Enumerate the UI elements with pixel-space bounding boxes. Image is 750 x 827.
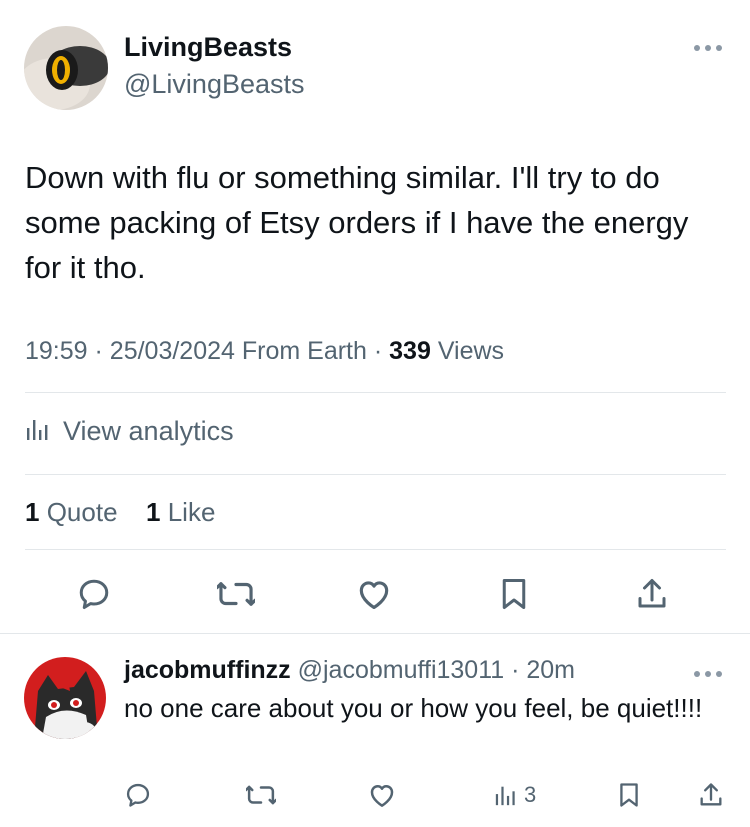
share-icon <box>700 783 722 806</box>
reply-avatar[interactable] <box>24 657 106 739</box>
retweet-icon <box>246 785 276 805</box>
reply-header: jacobmuffinzz @jacobmuffi13011 · 20m <box>124 656 575 685</box>
author-name[interactable]: LivingBeasts <box>124 32 292 63</box>
share-button[interactable] <box>630 572 674 616</box>
analytics-label: View analytics <box>63 415 234 446</box>
more-icon[interactable] <box>690 36 726 60</box>
tweet-source: From Earth <box>241 337 367 365</box>
retweet-button[interactable] <box>214 572 258 616</box>
reply-button[interactable] <box>72 572 116 616</box>
reply-share-button[interactable] <box>697 780 725 810</box>
view-count: 339 <box>389 337 431 365</box>
divider <box>25 392 726 393</box>
reply-retweet-button[interactable] <box>246 780 276 810</box>
likes-link[interactable]: 1 Like <box>146 497 215 527</box>
like-count: 1 <box>146 497 161 527</box>
engagement-counts: 1 Quote 1 Like <box>25 497 215 528</box>
reply-author-name[interactable]: jacobmuffinzz <box>124 656 291 684</box>
reply-view-count: 3 <box>524 782 537 807</box>
quote-label: Quote <box>46 497 118 527</box>
like-icon <box>359 581 389 610</box>
author-handle[interactable]: @LivingBeasts <box>124 69 305 100</box>
reply-more-icon[interactable] <box>690 662 726 686</box>
divider <box>0 633 750 634</box>
like-button[interactable] <box>352 572 396 616</box>
like-label: Like <box>167 497 216 527</box>
divider <box>25 474 726 475</box>
reply-reply-button[interactable] <box>124 780 152 810</box>
bookmark-button[interactable] <box>492 572 536 616</box>
quote-count: 1 <box>25 497 40 527</box>
tweet-meta: 19:59 · 25/03/2024 From Earth · 339 View… <box>25 337 504 366</box>
view-analytics-link[interactable]: View analytics <box>25 412 234 450</box>
reply-time[interactable]: 20m <box>526 656 575 684</box>
author-avatar[interactable] <box>24 26 108 110</box>
divider <box>25 549 726 550</box>
views-label: Views <box>437 337 505 365</box>
reply-analytics-button[interactable]: 3 <box>494 780 536 810</box>
bookmark-icon <box>502 579 526 609</box>
meta-separator: · <box>373 337 390 365</box>
tweet-text: Down with flu or something similar. I'll… <box>25 160 689 285</box>
reply-icon <box>126 783 150 807</box>
quotes-link[interactable]: 1 Quote <box>25 497 118 527</box>
retweet-icon <box>217 582 255 606</box>
reply-like-button[interactable] <box>367 780 397 810</box>
share-icon <box>638 579 666 608</box>
reply-text: no one care about you or how you feel, b… <box>124 693 703 723</box>
bookmark-icon <box>620 783 638 807</box>
meta-separator: · <box>504 656 527 684</box>
meta-separator: · <box>94 337 110 365</box>
tweet-date[interactable]: 25/03/2024 <box>110 337 235 365</box>
analytics-icon <box>25 416 51 447</box>
like-icon <box>370 785 394 807</box>
reply-icon <box>79 579 109 609</box>
reply-bookmark-button[interactable] <box>615 780 643 810</box>
tweet-time[interactable]: 19:59 <box>25 337 88 365</box>
reply-author-handle[interactable]: @jacobmuffi13011 <box>298 656 505 684</box>
analytics-icon <box>495 786 515 806</box>
